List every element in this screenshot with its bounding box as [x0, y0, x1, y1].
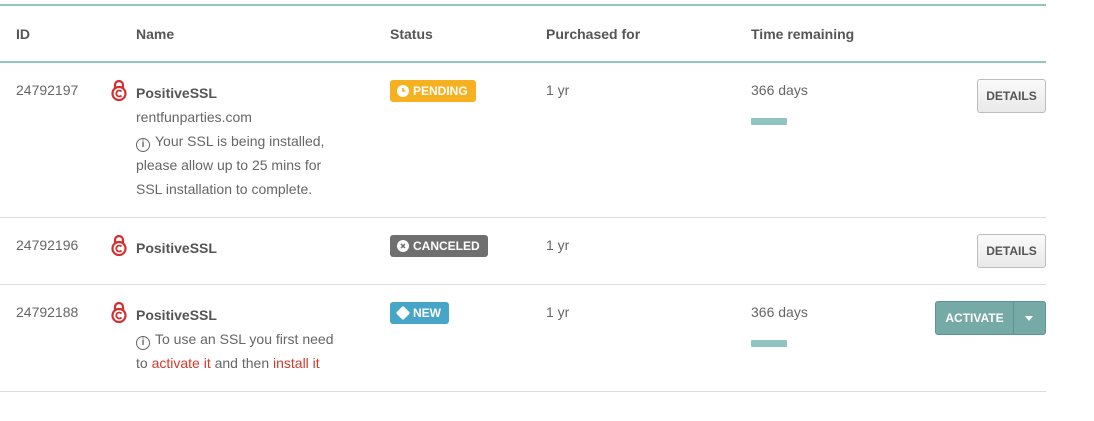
- lock-ssl-icon: [111, 79, 127, 101]
- certificate-id: 24792188: [16, 304, 79, 320]
- time-remaining: 366 days: [751, 82, 808, 98]
- install-note-line-1: Your SSL is being installed,: [155, 133, 325, 149]
- info-icon: i: [136, 138, 150, 152]
- install-note-line-2: please allow up to 25 mins for: [136, 157, 322, 173]
- product-name: PositiveSSL: [136, 307, 217, 323]
- ssl-certificates-table: ID Name Status Purchased for Time remain…: [0, 4, 1046, 392]
- table-row: 24792188 PositiveSSL i To use an SSL you …: [0, 285, 1046, 392]
- certificate-name-block: PositiveSSL i To use an SSL you first nee…: [136, 303, 333, 375]
- certificate-name-block: PositiveSSL rentfunparties.com i Your SSL…: [136, 81, 324, 201]
- time-remaining: 366 days: [751, 304, 808, 320]
- activation-note: i To use an SSL you first need: [136, 327, 333, 351]
- clock-icon: [397, 85, 409, 97]
- activate-it-link[interactable]: activate it: [152, 355, 211, 371]
- column-header-name: Name: [136, 26, 175, 42]
- status-label: NEW: [413, 306, 441, 320]
- status-label: PENDING: [413, 84, 468, 98]
- table-header: ID Name Status Purchased for Time remain…: [0, 6, 1046, 63]
- lock-ssl-icon: [111, 301, 127, 323]
- table-row: 24792197 PositiveSSL rentfunparties.com …: [0, 63, 1046, 218]
- activation-note-line-1: To use an SSL you first need: [155, 331, 334, 347]
- note-text: and then: [210, 355, 273, 371]
- lock-ssl-icon: [111, 234, 127, 256]
- purchased-for: 1 yr: [546, 237, 570, 253]
- product-name: PositiveSSL: [136, 85, 217, 101]
- activate-button[interactable]: ACTIVATE: [936, 302, 1013, 334]
- status-label: CANCELED: [413, 239, 480, 253]
- column-header-id: ID: [16, 26, 30, 42]
- product-name: PositiveSSL: [136, 240, 217, 256]
- activate-split-button: ACTIVATE: [935, 301, 1046, 335]
- column-header-time-remaining: Time remaining: [751, 26, 855, 42]
- column-header-purchased-for: Purchased for: [546, 26, 641, 42]
- certificate-name-block: PositiveSSL: [136, 236, 217, 260]
- column-header-status: Status: [390, 26, 433, 42]
- note-text: to: [136, 355, 152, 371]
- activation-note-line-2: to activate it and then install it: [136, 351, 333, 375]
- purchased-for: 1 yr: [546, 304, 570, 320]
- info-icon: i: [136, 336, 150, 350]
- time-remaining-bar: [751, 118, 787, 125]
- caret-down-icon: [1025, 316, 1033, 321]
- activate-dropdown-toggle[interactable]: [1014, 302, 1045, 334]
- details-button[interactable]: DETAILS: [977, 79, 1046, 113]
- install-note-line-3: SSL installation to complete.: [136, 181, 313, 197]
- table-row: 24792196 PositiveSSL CANCELED 1 yr DETAI…: [0, 218, 1046, 285]
- time-remaining-bar: [751, 340, 787, 347]
- status-badge-canceled: CANCELED: [390, 235, 488, 257]
- details-button[interactable]: DETAILS: [977, 234, 1046, 268]
- domain-name: rentfunparties.com: [136, 109, 252, 125]
- certificate-id: 24792196: [16, 237, 79, 253]
- cube-icon: [395, 305, 411, 321]
- purchased-for: 1 yr: [546, 82, 570, 98]
- install-note: i Your SSL is being installed,: [136, 129, 324, 153]
- install-it-link[interactable]: install it: [273, 355, 320, 371]
- status-badge-new: NEW: [390, 302, 449, 324]
- status-badge-pending: PENDING: [390, 80, 476, 102]
- certificate-id: 24792197: [16, 82, 79, 98]
- x-circle-icon: [397, 240, 409, 252]
